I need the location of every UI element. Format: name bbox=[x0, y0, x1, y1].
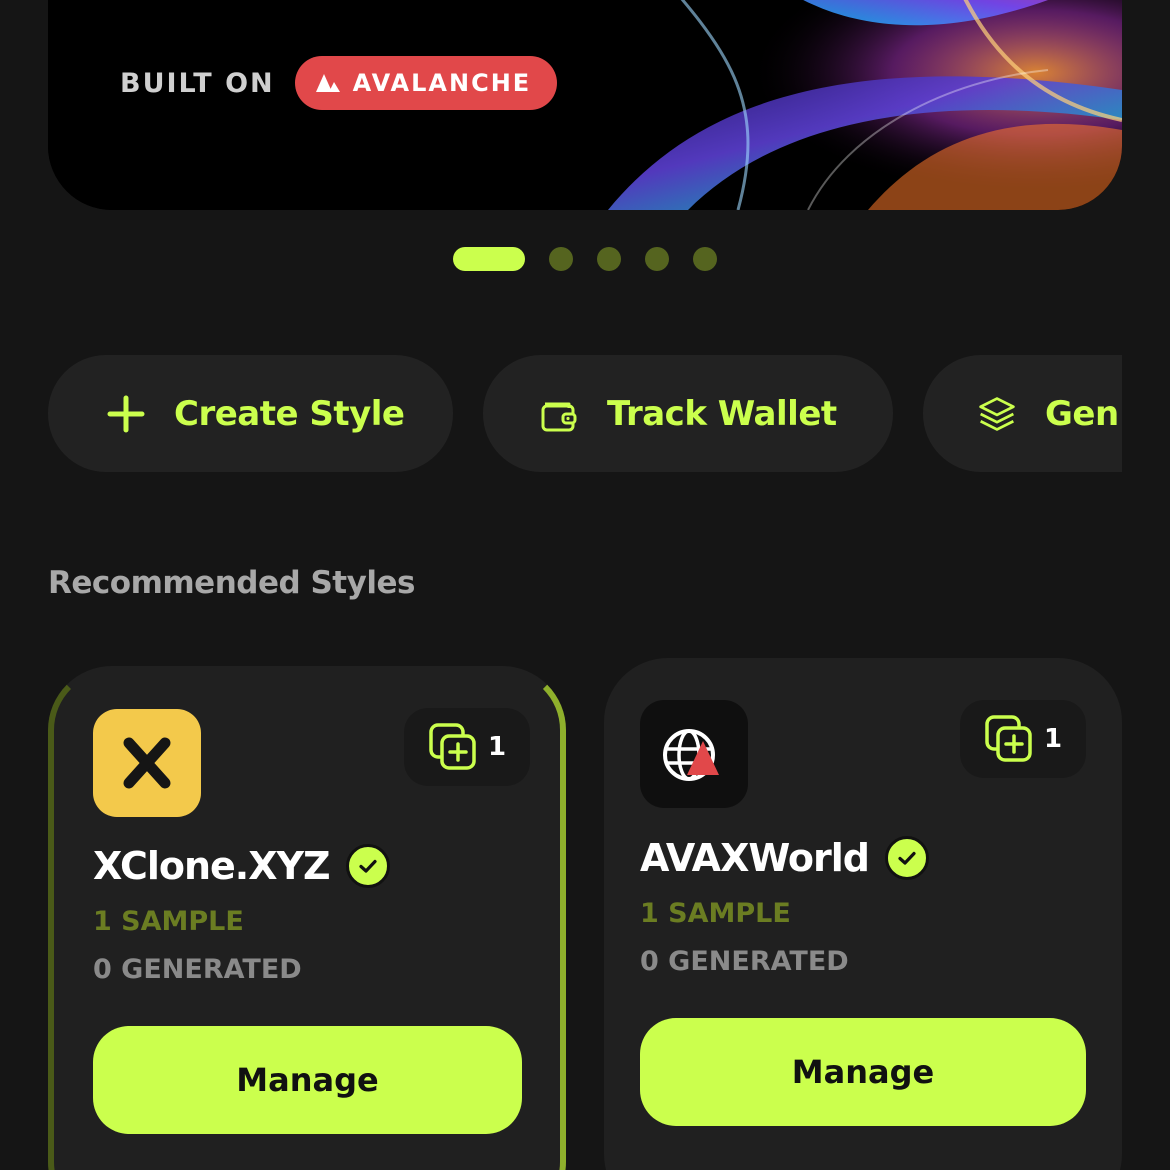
add-copy-icon bbox=[429, 723, 476, 770]
quick-actions-row: Create Style Track Wallet Gen bbox=[48, 355, 1122, 472]
layers-icon bbox=[977, 394, 1017, 434]
app-screen: BUILT ON AVALANCHE Create Style Track Wa… bbox=[0, 0, 1170, 1170]
create-style-label: Create Style bbox=[174, 393, 405, 434]
section-title: Recommended Styles bbox=[48, 565, 415, 601]
generate-label: Gen bbox=[1045, 393, 1119, 434]
style-name-row: XClone.XYZ bbox=[93, 844, 390, 888]
generated-count-label: 0 GENERATED bbox=[93, 954, 302, 985]
pager-dot[interactable] bbox=[693, 247, 717, 271]
generate-button[interactable]: Gen bbox=[923, 355, 1122, 472]
manage-button[interactable]: Manage bbox=[640, 1018, 1086, 1126]
pager-dot[interactable] bbox=[549, 247, 573, 271]
style-name: AVAXWorld bbox=[640, 836, 870, 880]
hero-banner[interactable]: BUILT ON AVALANCHE bbox=[48, 0, 1122, 210]
create-style-button[interactable]: Create Style bbox=[48, 355, 453, 472]
track-wallet-button[interactable]: Track Wallet bbox=[483, 355, 893, 472]
pager-dot[interactable] bbox=[597, 247, 621, 271]
avalanche-label: AVALANCHE bbox=[352, 69, 532, 97]
avalanche-pill[interactable]: AVALANCHE bbox=[294, 56, 558, 110]
samples-count-badge[interactable]: 1 bbox=[960, 700, 1086, 778]
style-card[interactable]: 1 XClone.XYZ 1 SAMPLE 0 GENERATED Manage bbox=[48, 666, 566, 1170]
avalanche-logo-icon bbox=[315, 74, 340, 92]
add-copy-icon bbox=[985, 715, 1032, 762]
generated-count-label: 0 GENERATED bbox=[640, 946, 849, 977]
samples-count: 1 bbox=[487, 732, 507, 762]
pager-dot[interactable] bbox=[645, 247, 669, 271]
style-name: XClone.XYZ bbox=[93, 844, 331, 888]
verified-check-icon bbox=[885, 836, 930, 880]
verified-check-icon bbox=[345, 844, 390, 888]
pager-dot-active[interactable] bbox=[453, 247, 525, 271]
track-wallet-label: Track Wallet bbox=[607, 393, 837, 434]
globe-avax-logo-icon bbox=[640, 700, 748, 808]
samples-count: 1 bbox=[1043, 724, 1063, 754]
built-on-label: BUILT ON bbox=[120, 67, 275, 99]
built-on-badge: BUILT ON AVALANCHE bbox=[120, 56, 558, 110]
manage-button[interactable]: Manage bbox=[93, 1026, 522, 1134]
carousel-pager bbox=[453, 247, 717, 271]
sample-count-label: 1 SAMPLE bbox=[93, 906, 244, 937]
x-logo-icon bbox=[93, 709, 201, 817]
plus-icon bbox=[106, 394, 146, 434]
samples-count-badge[interactable]: 1 bbox=[404, 708, 530, 786]
sample-count-label: 1 SAMPLE bbox=[640, 898, 791, 929]
style-name-row: AVAXWorld bbox=[640, 836, 930, 880]
wallet-icon bbox=[539, 394, 579, 434]
style-card[interactable]: 1 AVAXWorld 1 SAMPLE 0 GENERATED Manage bbox=[604, 658, 1122, 1170]
